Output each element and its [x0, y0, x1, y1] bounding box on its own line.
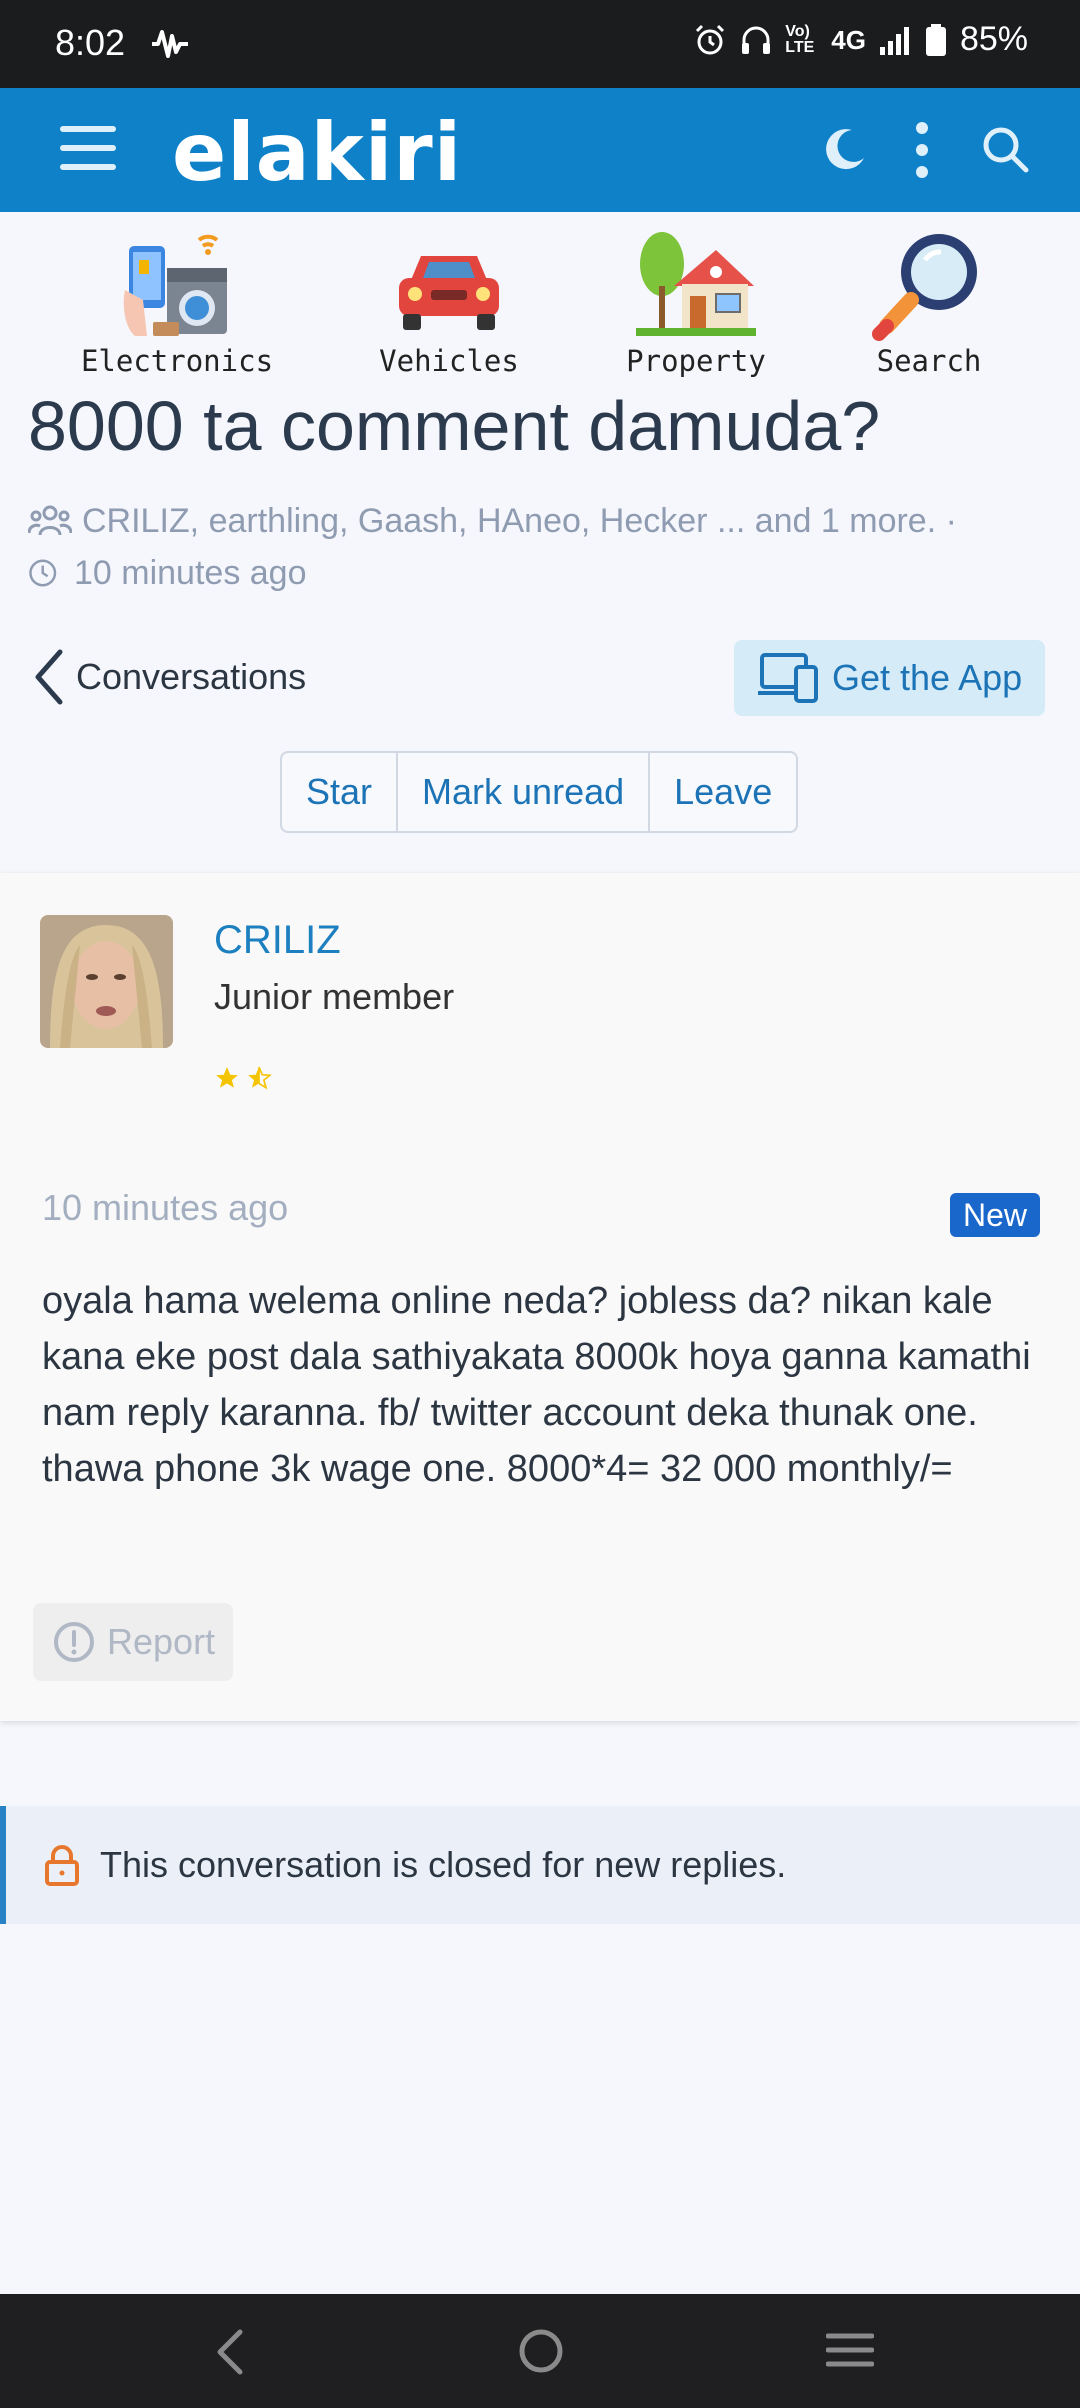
category-electronics[interactable]: Electronics — [77, 230, 277, 378]
avatar[interactable] — [40, 915, 173, 1048]
lock-icon — [45, 1845, 79, 1886]
new-badge: New — [950, 1193, 1040, 1237]
status-icons: Vo) LTE 4G 85% — [693, 20, 1028, 59]
user-rating — [214, 1065, 272, 1091]
mark-unread-button[interactable]: Mark unread — [396, 753, 648, 831]
magnifier-icon — [872, 234, 977, 341]
moon-icon[interactable] — [822, 126, 868, 172]
menu-icon[interactable] — [60, 126, 116, 174]
chevron-left-icon — [35, 649, 63, 705]
search-icon[interactable] — [980, 124, 1030, 174]
conversation-meta: CRILIZ, earthling, Gaash, HAneo, Hecker … — [28, 495, 1058, 599]
get-app-button[interactable]: Get the App — [734, 640, 1045, 716]
alarm-icon — [696, 24, 725, 54]
conversation-actions: Star Mark unread Leave — [280, 751, 799, 833]
volte-icon: Vo) LTE — [785, 22, 815, 56]
star-icon — [216, 1067, 238, 1088]
category-vehicles[interactable]: Vehicles — [349, 230, 549, 378]
house-icon — [636, 232, 756, 336]
category-strip: Electronics Vehicles Property Search — [0, 230, 1080, 390]
site-header: elakiri — [0, 88, 1080, 212]
message-body: oyala hama welema online neda? jobless d… — [42, 1280, 1031, 1490]
clock-icon — [29, 559, 57, 587]
message-time: 10 minutes ago — [42, 1187, 289, 1228]
conversation-time: 10 minutes ago — [74, 554, 307, 592]
star-button[interactable]: Star — [282, 753, 396, 831]
nav-home-icon[interactable] — [518, 2328, 564, 2374]
get-app-label: Get the App — [832, 657, 1023, 698]
signal-icon — [879, 26, 909, 55]
nav-back-icon[interactable] — [210, 2326, 250, 2378]
conversation-title: 8000 ta comment damuda? — [28, 387, 881, 465]
battery-icon — [925, 23, 946, 56]
nav-recents-icon[interactable] — [826, 2330, 874, 2370]
category-search[interactable]: Search — [829, 230, 1029, 378]
category-label: Vehicles — [379, 344, 519, 378]
alert-circle-icon — [54, 1622, 94, 1662]
battery-percent: 85% — [959, 20, 1028, 58]
report-label: Report — [107, 1621, 216, 1662]
category-label: Electronics — [80, 344, 274, 378]
category-property[interactable]: Property — [596, 230, 796, 378]
category-label: Search — [876, 344, 982, 378]
user-title: Junior member — [214, 976, 455, 1017]
more-vertical-icon[interactable] — [910, 120, 934, 180]
users-icon — [28, 505, 72, 536]
closed-notice-text: This conversation is closed for new repl… — [100, 1844, 787, 1885]
electronics-icon — [123, 234, 227, 336]
system-nav-bar — [0, 2294, 1080, 2408]
half-star-icon — [248, 1066, 272, 1090]
leave-button[interactable]: Leave — [648, 753, 796, 831]
back-label: Conversations — [76, 656, 307, 697]
devices-icon — [758, 653, 818, 703]
back-to-conversations[interactable]: Conversations — [32, 648, 306, 706]
message-card: CRILIZ Junior member 10 minutes ago New … — [0, 873, 1080, 1721]
status-time: 8:02 — [55, 22, 126, 63]
status-bar: 8:02 Vo) LTE 4G 85% — [0, 0, 1080, 88]
username-link[interactable]: CRILIZ — [214, 918, 341, 963]
report-button[interactable]: Report — [33, 1603, 233, 1681]
car-icon — [399, 256, 499, 330]
closed-notice: This conversation is closed for new repl… — [0, 1806, 1080, 1924]
network-type: 4G — [831, 24, 866, 55]
participants[interactable]: CRILIZ, earthling, Gaash, HAneo, Hecker … — [82, 495, 957, 547]
activity-icon — [152, 30, 188, 58]
category-label: Property — [626, 344, 766, 378]
headphones-icon — [742, 26, 771, 54]
site-logo[interactable]: elakiri — [172, 106, 462, 199]
